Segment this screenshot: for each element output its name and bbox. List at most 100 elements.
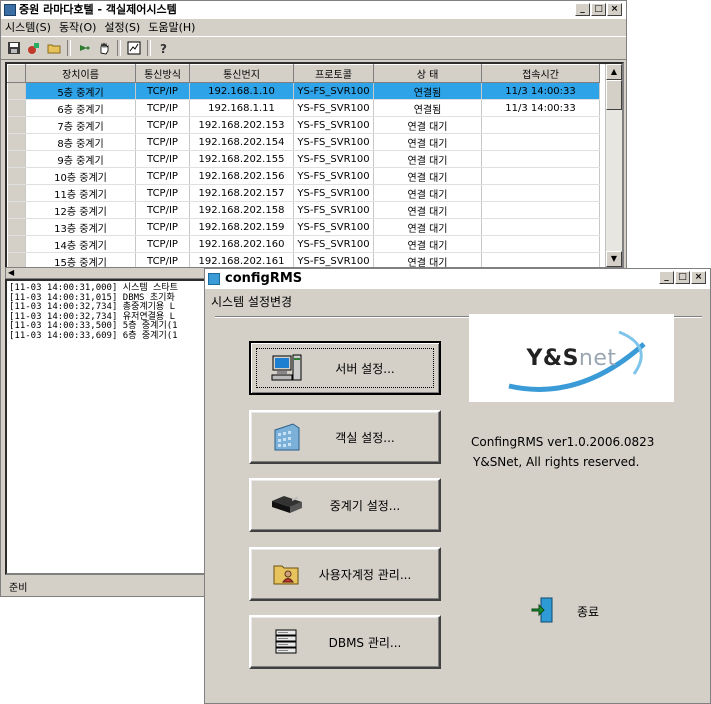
cell-device-name[interactable]: 11층 중계기 xyxy=(25,184,136,202)
row-header[interactable] xyxy=(7,150,26,168)
cell-comm-address[interactable]: 192.168.202.158 xyxy=(189,201,294,219)
cell-comm-address[interactable]: 192.168.1.11 xyxy=(189,99,294,117)
table-row[interactable]: 7층 중계기 TCP/IP 192.168.202.153 YS-FS_SVR100 연… xyxy=(7,116,600,134)
cell-status[interactable]: 연결됨 xyxy=(373,82,482,100)
cell-device-name[interactable]: 13층 중계기 xyxy=(25,218,136,236)
column-header-device-name[interactable]: 장치이름 xyxy=(25,64,136,83)
cell-comm-address[interactable]: 192.168.202.155 xyxy=(189,150,294,168)
cell-connect-time[interactable] xyxy=(481,201,600,219)
column-header-connect-time[interactable]: 접속시간 xyxy=(481,64,600,83)
cell-status[interactable]: 연결 대기 xyxy=(373,184,482,202)
cell-protocol[interactable]: YS-FS_SVR100 xyxy=(293,116,374,134)
row-header[interactable] xyxy=(7,99,26,117)
device-grid[interactable]: 장치이름 통신방식 통신번지 프로토콜 상 태 접속시간 5층 중계기 TCP/I… xyxy=(5,62,624,269)
dbms-manage-button[interactable]: DBMS 관리... xyxy=(249,615,441,669)
scroll-up-arrow-icon[interactable]: ▲ xyxy=(606,64,622,80)
menu-settings[interactable]: 설정(S) xyxy=(104,19,140,36)
exit-door-icon[interactable] xyxy=(531,596,555,623)
open-folder-icon[interactable] xyxy=(45,39,63,57)
cell-comm-address[interactable]: 192.168.202.157 xyxy=(189,184,294,202)
scroll-left-arrow-icon[interactable]: ◀ xyxy=(8,268,14,277)
close-button[interactable]: × xyxy=(607,3,622,16)
maximize-button[interactable]: □ xyxy=(591,3,606,16)
cell-comm-method[interactable]: TCP/IP xyxy=(135,99,190,117)
room-settings-button[interactable]: 객실 설정... xyxy=(249,410,441,464)
config-minimize-button[interactable]: _ xyxy=(659,271,674,284)
cell-status[interactable]: 연결 대기 xyxy=(373,150,482,168)
cell-comm-method[interactable]: TCP/IP xyxy=(135,201,190,219)
cell-device-name[interactable]: 8층 중계기 xyxy=(25,133,136,151)
cell-protocol[interactable]: YS-FS_SVR100 xyxy=(293,252,374,267)
cell-comm-address[interactable]: 192.168.202.159 xyxy=(189,218,294,236)
grid-horizontal-scrollbar[interactable]: ◀ xyxy=(5,267,209,279)
cell-protocol[interactable]: YS-FS_SVR100 xyxy=(293,235,374,253)
row-header[interactable] xyxy=(7,235,26,253)
row-header[interactable] xyxy=(7,82,26,100)
cell-protocol[interactable]: YS-FS_SVR100 xyxy=(293,82,374,100)
main-titlebar[interactable]: 중원 라마다호텔 - 객실제어시스템 _ □ × xyxy=(1,1,626,19)
cell-status[interactable]: 연결 대기 xyxy=(373,235,482,253)
menu-action[interactable]: 동작(O) xyxy=(59,19,96,36)
table-row[interactable]: 8층 중계기 TCP/IP 192.168.202.154 YS-FS_SVR100 연… xyxy=(7,133,600,151)
help-icon[interactable]: ? xyxy=(155,39,173,57)
cell-protocol[interactable]: YS-FS_SVR100 xyxy=(293,150,374,168)
cell-status[interactable]: 연결 대기 xyxy=(373,252,482,267)
column-header-comm-address[interactable]: 통신번지 xyxy=(189,64,294,83)
cell-comm-method[interactable]: TCP/IP xyxy=(135,184,190,202)
cell-protocol[interactable]: YS-FS_SVR100 xyxy=(293,218,374,236)
scroll-down-arrow-icon[interactable]: ▼ xyxy=(606,251,622,267)
cell-comm-method[interactable]: TCP/IP xyxy=(135,150,190,168)
cell-protocol[interactable]: YS-FS_SVR100 xyxy=(293,133,374,151)
cell-comm-address[interactable]: 192.168.1.10 xyxy=(189,82,294,100)
table-row[interactable]: 5층 중계기 TCP/IP 192.168.1.10 YS-FS_SVR100 연결됨 1… xyxy=(7,82,600,100)
cell-protocol[interactable]: YS-FS_SVR100 xyxy=(293,201,374,219)
cell-connect-time[interactable]: 11/3 14:00:33 xyxy=(481,99,600,117)
menu-help[interactable]: 도움말(H) xyxy=(148,19,195,36)
cell-comm-address[interactable]: 192.168.202.154 xyxy=(189,133,294,151)
row-header[interactable] xyxy=(7,218,26,236)
table-row[interactable]: 10층 중계기 TCP/IP 192.168.202.156 YS-FS_SVR100… xyxy=(7,167,600,185)
table-row[interactable]: 11층 중계기 TCP/IP 192.168.202.157 YS-FS_SVR100… xyxy=(7,184,600,202)
exit-label[interactable]: 종료 xyxy=(577,603,599,620)
cell-status[interactable]: 연결 대기 xyxy=(373,201,482,219)
tools-icon[interactable] xyxy=(25,39,43,57)
column-header-comm-method[interactable]: 통신방식 xyxy=(135,64,190,83)
cell-connect-time[interactable] xyxy=(481,167,600,185)
table-row[interactable]: 6층 중계기 TCP/IP 192.168.1.11 YS-FS_SVR100 연결됨 1… xyxy=(7,99,600,117)
row-header[interactable] xyxy=(7,201,26,219)
cell-comm-method[interactable]: TCP/IP xyxy=(135,116,190,134)
column-header-protocol[interactable]: 프로토콜 xyxy=(293,64,374,83)
cell-comm-address[interactable]: 192.168.202.160 xyxy=(189,235,294,253)
cell-connect-time[interactable]: 11/3 14:00:33 xyxy=(481,82,600,100)
cell-protocol[interactable]: YS-FS_SVR100 xyxy=(293,99,374,117)
cell-protocol[interactable]: YS-FS_SVR100 xyxy=(293,184,374,202)
cell-status[interactable]: 연결 대기 xyxy=(373,116,482,134)
cell-device-name[interactable]: 10층 중계기 xyxy=(25,167,136,185)
config-close-button[interactable]: × xyxy=(691,271,706,284)
cell-connect-time[interactable] xyxy=(481,235,600,253)
cell-device-name[interactable]: 14층 중계기 xyxy=(25,235,136,253)
cell-device-name[interactable]: 5층 중계기 xyxy=(25,82,136,100)
save-icon[interactable] xyxy=(5,39,23,57)
scroll-thumb[interactable] xyxy=(606,80,622,110)
table-row[interactable]: 14층 중계기 TCP/IP 192.168.202.160 YS-FS_SVR100… xyxy=(7,235,600,253)
minimize-button[interactable]: _ xyxy=(575,3,590,16)
user-account-button[interactable]: 사용자계정 관리... xyxy=(249,547,441,601)
cell-connect-time[interactable] xyxy=(481,252,600,267)
table-row[interactable]: 9층 중계기 TCP/IP 192.168.202.155 YS-FS_SVR100 연… xyxy=(7,150,600,168)
cell-status[interactable]: 연결됨 xyxy=(373,99,482,117)
cell-device-name[interactable]: 9층 중계기 xyxy=(25,150,136,168)
row-header[interactable] xyxy=(7,184,26,202)
forward-icon[interactable] xyxy=(75,39,93,57)
cell-status[interactable]: 연결 대기 xyxy=(373,167,482,185)
grid-vertical-scrollbar[interactable]: ▲ ▼ xyxy=(605,64,622,267)
chart-icon[interactable] xyxy=(125,39,143,57)
cell-connect-time[interactable] xyxy=(481,184,600,202)
table-row[interactable]: 13층 중계기 TCP/IP 192.168.202.159 YS-FS_SVR100… xyxy=(7,218,600,236)
cell-status[interactable]: 연결 대기 xyxy=(373,218,482,236)
cell-status[interactable]: 연결 대기 xyxy=(373,133,482,151)
server-settings-button[interactable]: 서버 설정... xyxy=(249,341,441,395)
row-header[interactable] xyxy=(7,133,26,151)
menu-system[interactable]: 시스템(S) xyxy=(5,19,51,36)
cell-comm-method[interactable]: TCP/IP xyxy=(135,133,190,151)
